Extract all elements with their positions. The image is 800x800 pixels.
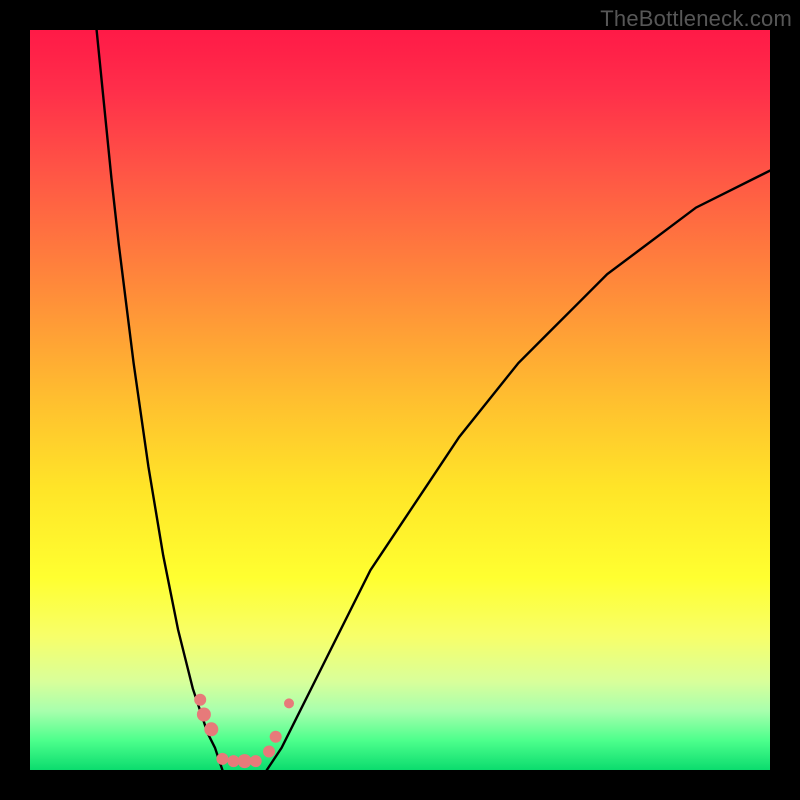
data-marker [204, 722, 218, 736]
data-marker [197, 708, 211, 722]
data-marker [284, 698, 294, 708]
data-marker [270, 731, 282, 743]
chart-frame: TheBottleneck.com [0, 0, 800, 800]
data-marker [250, 755, 262, 767]
data-marker [263, 746, 275, 758]
data-marker [238, 754, 252, 768]
data-marker [216, 753, 228, 765]
plot-area [30, 30, 770, 770]
watermark-text: TheBottleneck.com [600, 6, 792, 32]
bottleneck-chart [30, 30, 770, 770]
gradient-background [30, 30, 770, 770]
data-marker [194, 694, 206, 706]
